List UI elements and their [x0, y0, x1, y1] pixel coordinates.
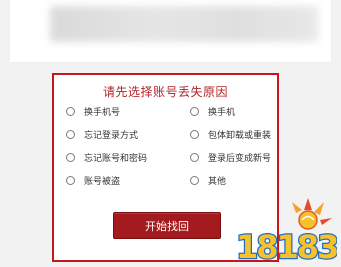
option-change-phone-number[interactable]: 换手机号 [66, 104, 120, 118]
option-label: 账号被盗 [84, 176, 121, 187]
option-forgot-account-password[interactable]: 忘记账号和密码 [66, 150, 147, 164]
option-change-phone[interactable]: 换手机 [190, 104, 235, 118]
blurred-input-field [50, 6, 318, 42]
option-other[interactable]: 其他 [190, 173, 226, 187]
sun-rays-icon [292, 198, 332, 230]
radio-icon[interactable] [66, 129, 75, 139]
option-label: 换手机号 [84, 107, 121, 118]
start-recovery-button[interactable]: 开始找回 [113, 212, 221, 239]
radio-icon[interactable] [190, 106, 199, 116]
option-account-stolen[interactable]: 账号被盗 [66, 173, 120, 187]
site-logo-watermark: 18183 [235, 198, 337, 265]
logo-text: 18183 [236, 228, 337, 265]
option-became-new-account[interactable]: 登录后变成新号 [190, 150, 271, 164]
option-label: 换手机 [208, 107, 236, 118]
option-label: 其他 [208, 176, 227, 187]
option-label: 忘记账号和密码 [84, 153, 148, 164]
radio-icon[interactable] [66, 152, 75, 162]
radio-icon[interactable] [190, 129, 199, 139]
reason-title: 请先选择账号丢失原因 [102, 85, 228, 99]
radio-icon[interactable] [66, 106, 75, 116]
option-forgot-login-method[interactable]: 忘记登录方式 [66, 127, 138, 141]
option-label: 忘记登录方式 [84, 130, 139, 141]
option-uninstall-reinstall[interactable]: 包体卸载或重装 [190, 127, 271, 141]
option-label: 包体卸载或重装 [208, 130, 272, 141]
radio-icon[interactable] [66, 175, 75, 185]
radio-icon[interactable] [190, 152, 199, 162]
page: 请先选择账号丢失原因 换手机号 换手机 忘记登录方式 包体卸载或重装 忘记账号和… [0, 0, 341, 267]
blurred-account-card [10, 0, 331, 62]
option-label: 登录后变成新号 [208, 153, 272, 164]
radio-icon[interactable] [190, 175, 199, 185]
